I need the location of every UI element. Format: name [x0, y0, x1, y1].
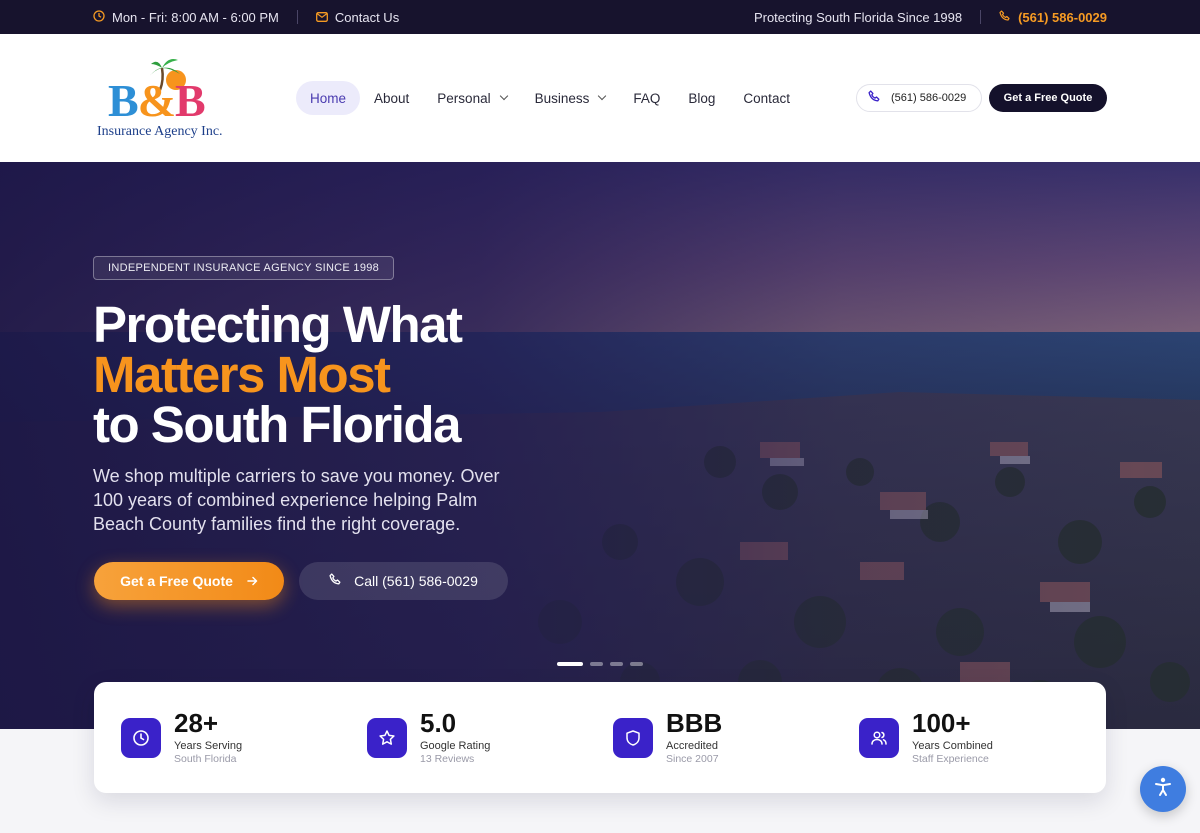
stat-sublabel: 13 Reviews [420, 753, 475, 765]
logo-name: Insurance Agency Inc. [97, 124, 223, 139]
hero-heading-line-3: to South Florida [93, 396, 461, 453]
mail-icon [315, 10, 328, 25]
chevron-down-icon [499, 91, 508, 101]
stat-google-rating: 5.0 Google Rating 13 Reviews [340, 682, 586, 793]
arrow-right-icon [247, 573, 258, 589]
main-nav: Home About Personal Business FAQ Blog Co… [296, 81, 804, 115]
hero-heading-line-2: Matters Most [93, 346, 391, 403]
clock-icon [93, 9, 105, 25]
nav-faq[interactable]: FAQ [619, 81, 674, 115]
phone-icon [999, 9, 1011, 25]
slide-dot-4[interactable] [630, 662, 643, 666]
nav-about[interactable]: About [360, 81, 423, 115]
phone-icon [868, 90, 881, 106]
nav-business[interactable]: Business [521, 81, 620, 115]
nav-contact[interactable]: Contact [729, 81, 804, 115]
header-phone-label: (561) 586-0029 [891, 92, 967, 104]
stat-years-serving: 28+ Years Serving South Florida [94, 682, 340, 793]
hero-call-label: Call (561) 586-0029 [354, 573, 478, 589]
stat-sublabel: Since 2007 [666, 753, 719, 765]
shield-icon [613, 718, 653, 758]
nav-business-label: Business [534, 90, 590, 106]
nav-home[interactable]: Home [296, 81, 361, 115]
hero-badge-text: INDEPENDENT INSURANCE AGENCY SINCE 1998 [108, 262, 380, 274]
accessibility-button[interactable] [1140, 766, 1186, 812]
hero-heading-line-1: Protecting What [93, 296, 463, 353]
stat-value: BBB [666, 708, 723, 738]
hero-quote-label: Get a Free Quote [120, 573, 233, 589]
header-quote-label: Get a Free Quote [1003, 92, 1093, 104]
stat-combined-experience: 100+ Years Combined Staff Experience [832, 682, 1078, 793]
contact-us-label: Contact Us [334, 9, 400, 25]
hero-subtitle: We shop multiple carriers to save you mo… [93, 466, 500, 534]
phone-icon [329, 573, 342, 589]
slide-dot-3[interactable] [610, 662, 623, 666]
topbar-phone-link[interactable]: (561) 586-0029 [999, 10, 1107, 25]
divider [296, 10, 298, 24]
stat-label: Accredited [666, 740, 718, 752]
stat-label: Years Serving [174, 740, 243, 752]
nav-about-label: About [374, 90, 410, 106]
star-icon [367, 718, 407, 758]
stat-label: Google Rating [420, 740, 491, 752]
slider-dots [557, 662, 643, 666]
users-icon [859, 718, 899, 758]
divider [980, 10, 982, 24]
logo-mark: B&B [108, 75, 206, 126]
chevron-down-icon [598, 91, 607, 101]
stat-bbb: BBB Accredited Since 2007 [586, 682, 832, 793]
nav-personal[interactable]: Personal [423, 81, 520, 115]
nav-home-label: Home [310, 90, 347, 106]
nav-personal-label: Personal [437, 90, 491, 106]
nav-blog-label: Blog [688, 90, 716, 106]
hours-text: Mon - Fri: 8:00 AM - 6:00 PM [112, 9, 279, 25]
business-hours: Mon - Fri: 8:00 AM - 6:00 PM [93, 10, 279, 25]
stat-sublabel: Staff Experience [912, 753, 989, 765]
stats-card: 28+ Years Serving South Florida 5.0 Goog… [94, 682, 1106, 793]
hero-badge: INDEPENDENT INSURANCE AGENCY SINCE 1998 [93, 256, 395, 280]
tagline: Protecting South Florida Since 1998 [753, 9, 963, 25]
nav-faq-label: FAQ [633, 90, 661, 106]
hero-quote-button[interactable]: Get a Free Quote [94, 562, 284, 600]
nav-blog[interactable]: Blog [674, 81, 729, 115]
contact-us-link[interactable]: Contact Us [315, 9, 400, 25]
clock-icon [121, 718, 161, 758]
header-phone-button[interactable]: (561) 586-0029 [856, 84, 982, 112]
topbar-phone: (561) 586-0029 [1018, 9, 1107, 25]
accessibility-icon [1152, 776, 1174, 803]
hero-section: INDEPENDENT INSURANCE AGENCY SINCE 1998 … [0, 162, 1200, 729]
stat-value: 5.0 [420, 708, 457, 738]
stat-value: 28+ [174, 708, 219, 738]
nav-contact-label: Contact [743, 90, 790, 106]
top-bar: Mon - Fri: 8:00 AM - 6:00 PM Contact Us … [0, 0, 1200, 34]
stat-value: 100+ [912, 708, 971, 738]
hero-call-button[interactable]: Call (561) 586-0029 [299, 562, 508, 600]
header-quote-button[interactable]: Get a Free Quote [989, 84, 1107, 112]
slide-dot-1[interactable] [557, 662, 583, 666]
stat-label: Years Combined [912, 740, 993, 752]
slide-dot-2[interactable] [590, 662, 603, 666]
stat-sublabel: South Florida [174, 753, 237, 765]
